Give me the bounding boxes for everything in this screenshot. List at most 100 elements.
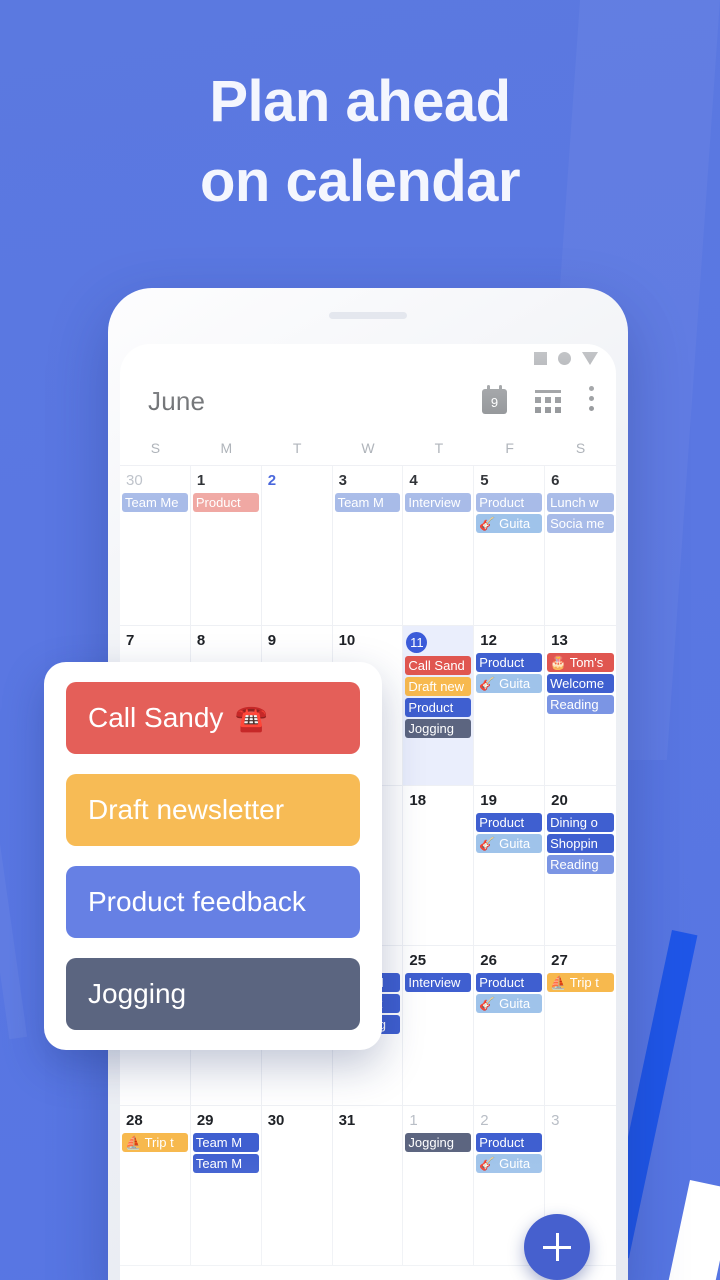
day-cell[interactable]: 2: [261, 466, 333, 626]
calendar-event-chip[interactable]: Interview: [405, 973, 472, 992]
add-event-fab[interactable]: [524, 1214, 590, 1280]
day-number: 11: [406, 632, 428, 653]
square-icon: [534, 351, 547, 365]
weekday-label-5: F: [505, 439, 514, 456]
calendar-event-chip[interactable]: Product: [192, 493, 259, 512]
day-number: 2: [267, 472, 277, 489]
day-cell[interactable]: 28 ⛵ Trip t: [120, 1106, 191, 1266]
day-number: 18: [409, 792, 427, 809]
calendar-event-chip[interactable]: Interview: [405, 493, 472, 512]
day-cell[interactable]: 6 Lunch w Socia me: [545, 466, 616, 626]
calendar-event-chip[interactable]: Product: [405, 698, 472, 717]
headline-line-2: on calendar: [199, 149, 521, 214]
calendar-event-chip[interactable]: Reading: [547, 695, 614, 714]
day-number: 20: [551, 792, 568, 809]
event-chip-label: Product feedback: [88, 886, 306, 917]
event-chip-label: Jogging: [88, 978, 187, 1009]
day-cell[interactable]: 19 Product 🎸 Guita: [474, 786, 546, 946]
calendar-event-chip[interactable]: 🎸 Guita: [476, 674, 543, 693]
day-cell[interactable]: 3 Team M: [332, 466, 404, 626]
circle-icon: [558, 351, 571, 365]
month-title[interactable]: June: [148, 386, 205, 417]
day-number: 13: [551, 632, 568, 649]
calendar-event-chip[interactable]: Lunch w: [547, 493, 614, 512]
day-number: 7: [126, 632, 135, 649]
calendar-event-chip[interactable]: Welcome: [547, 674, 614, 693]
event-chip-label: Draft newsletter: [88, 794, 285, 825]
day-number: 3: [338, 472, 347, 489]
calendar-event-chip[interactable]: Product: [476, 1133, 543, 1152]
day-cell[interactable]: 20 Dining o Shoppin Reading: [545, 786, 616, 946]
day-cell[interactable]: 11 Call Sand Draft new Product Jogging: [403, 626, 475, 786]
calendar-event-chip[interactable]: Product: [476, 813, 543, 832]
grid-view-icon[interactable]: [535, 389, 561, 413]
event-chip[interactable]: Draft newsletter: [66, 774, 360, 846]
weekday-label-0: S: [150, 439, 161, 456]
day-number: 1: [196, 472, 206, 489]
calendar-event-chip[interactable]: Shoppin: [547, 834, 614, 853]
day-cell[interactable]: 1 Jogging: [403, 1106, 475, 1266]
day-cell[interactable]: 12 Product 🎸 Guita: [474, 626, 546, 786]
event-chip[interactable]: Product feedback: [66, 866, 360, 938]
day-cell[interactable]: 30: [261, 1106, 333, 1266]
weekday-label-1: M: [220, 439, 233, 456]
event-chip[interactable]: Call Sandy ☎️: [66, 682, 360, 754]
more-vertical-icon[interactable]: [589, 386, 594, 416]
day-cell[interactable]: 18: [403, 786, 475, 946]
calendar-event-chip[interactable]: Team M: [192, 1133, 259, 1152]
day-number: 30: [267, 1112, 285, 1129]
calendar-event-chip[interactable]: Jogging: [405, 1133, 472, 1152]
weekday-label-2: T: [292, 439, 302, 456]
day-cell[interactable]: 29 Team M Team M: [190, 1106, 262, 1266]
calendar-event-chip[interactable]: Jogging: [405, 719, 472, 738]
calendar-event-chip[interactable]: 🎸 Guita: [476, 1154, 543, 1173]
day-number: 10: [338, 632, 356, 649]
calendar-event-chip[interactable]: Team M: [192, 1154, 259, 1173]
today-calendar-icon[interactable]: 9: [482, 384, 507, 414]
phone-earpiece: [329, 312, 407, 319]
day-cell[interactable]: 13 🎂 Tom's Welcome Reading: [545, 626, 616, 786]
calendar-event-chip[interactable]: ⛵ Trip t: [122, 1133, 188, 1152]
promo-headline: Plan ahead on calendar: [0, 62, 720, 222]
day-cell[interactable]: 4 Interview: [403, 466, 475, 626]
event-chip[interactable]: Jogging: [66, 958, 360, 1030]
calendar-event-chip[interactable]: Team M: [334, 493, 401, 512]
telephone-icon: ☎️: [235, 702, 268, 733]
today-date-number: 9: [490, 395, 499, 410]
day-number: 1: [409, 1112, 418, 1129]
background-bar-white: [652, 1180, 720, 1280]
day-cell[interactable]: 5 Product 🎸 Guita: [474, 466, 546, 626]
day-cell[interactable]: 26 Product 🎸 Guita: [474, 946, 546, 1106]
day-number: 31: [338, 1112, 356, 1129]
calendar-event-chip[interactable]: ⛵ Trip t: [547, 973, 614, 992]
calendar-event-chip[interactable]: 🎸 Guita: [476, 834, 543, 853]
calendar-event-chip[interactable]: 🎸 Guita: [476, 514, 543, 533]
weekday-header: SMTWTFS: [120, 430, 616, 466]
calendar-event-chip[interactable]: Reading: [547, 855, 614, 874]
triangle-down-icon: [582, 351, 598, 365]
calendar-event-chip[interactable]: Product: [476, 493, 543, 512]
day-cell[interactable]: 30 Team Me: [120, 466, 191, 626]
day-cell[interactable]: 25 Interview: [403, 946, 475, 1106]
calendar-event-chip[interactable]: Product: [476, 653, 543, 672]
day-number: 25: [409, 952, 427, 969]
calendar-event-chip[interactable]: 🎸 Guita: [476, 994, 543, 1013]
calendar-event-chip[interactable]: Dining o: [547, 813, 614, 832]
promo-screenshot: Plan ahead on calendar June 9 S M T W T …: [0, 0, 720, 1280]
calendar-event-chip[interactable]: Call Sand: [405, 656, 472, 675]
day-cell[interactable]: 1 Product: [190, 466, 262, 626]
day-cell[interactable]: 27 ⛵ Trip t: [545, 946, 616, 1106]
day-number: 5: [480, 472, 489, 489]
calendar-event-chip[interactable]: Product: [476, 973, 543, 992]
calendar-event-chip[interactable]: 🎂 Tom's: [547, 653, 614, 672]
event-chip-label: Call Sandy: [88, 702, 224, 733]
day-cell[interactable]: 31: [332, 1106, 404, 1266]
day-number: 9: [267, 632, 277, 649]
calendar-event-chip[interactable]: Socia me: [547, 514, 614, 533]
day-number: 6: [551, 472, 560, 489]
calendar-event-chip[interactable]: Draft new: [405, 677, 472, 696]
calendar-event-chip[interactable]: Team Me: [122, 493, 188, 512]
background-bar-left: [0, 620, 28, 1040]
grid-icon-dots: [535, 396, 561, 413]
day-number: 28: [126, 1112, 143, 1129]
